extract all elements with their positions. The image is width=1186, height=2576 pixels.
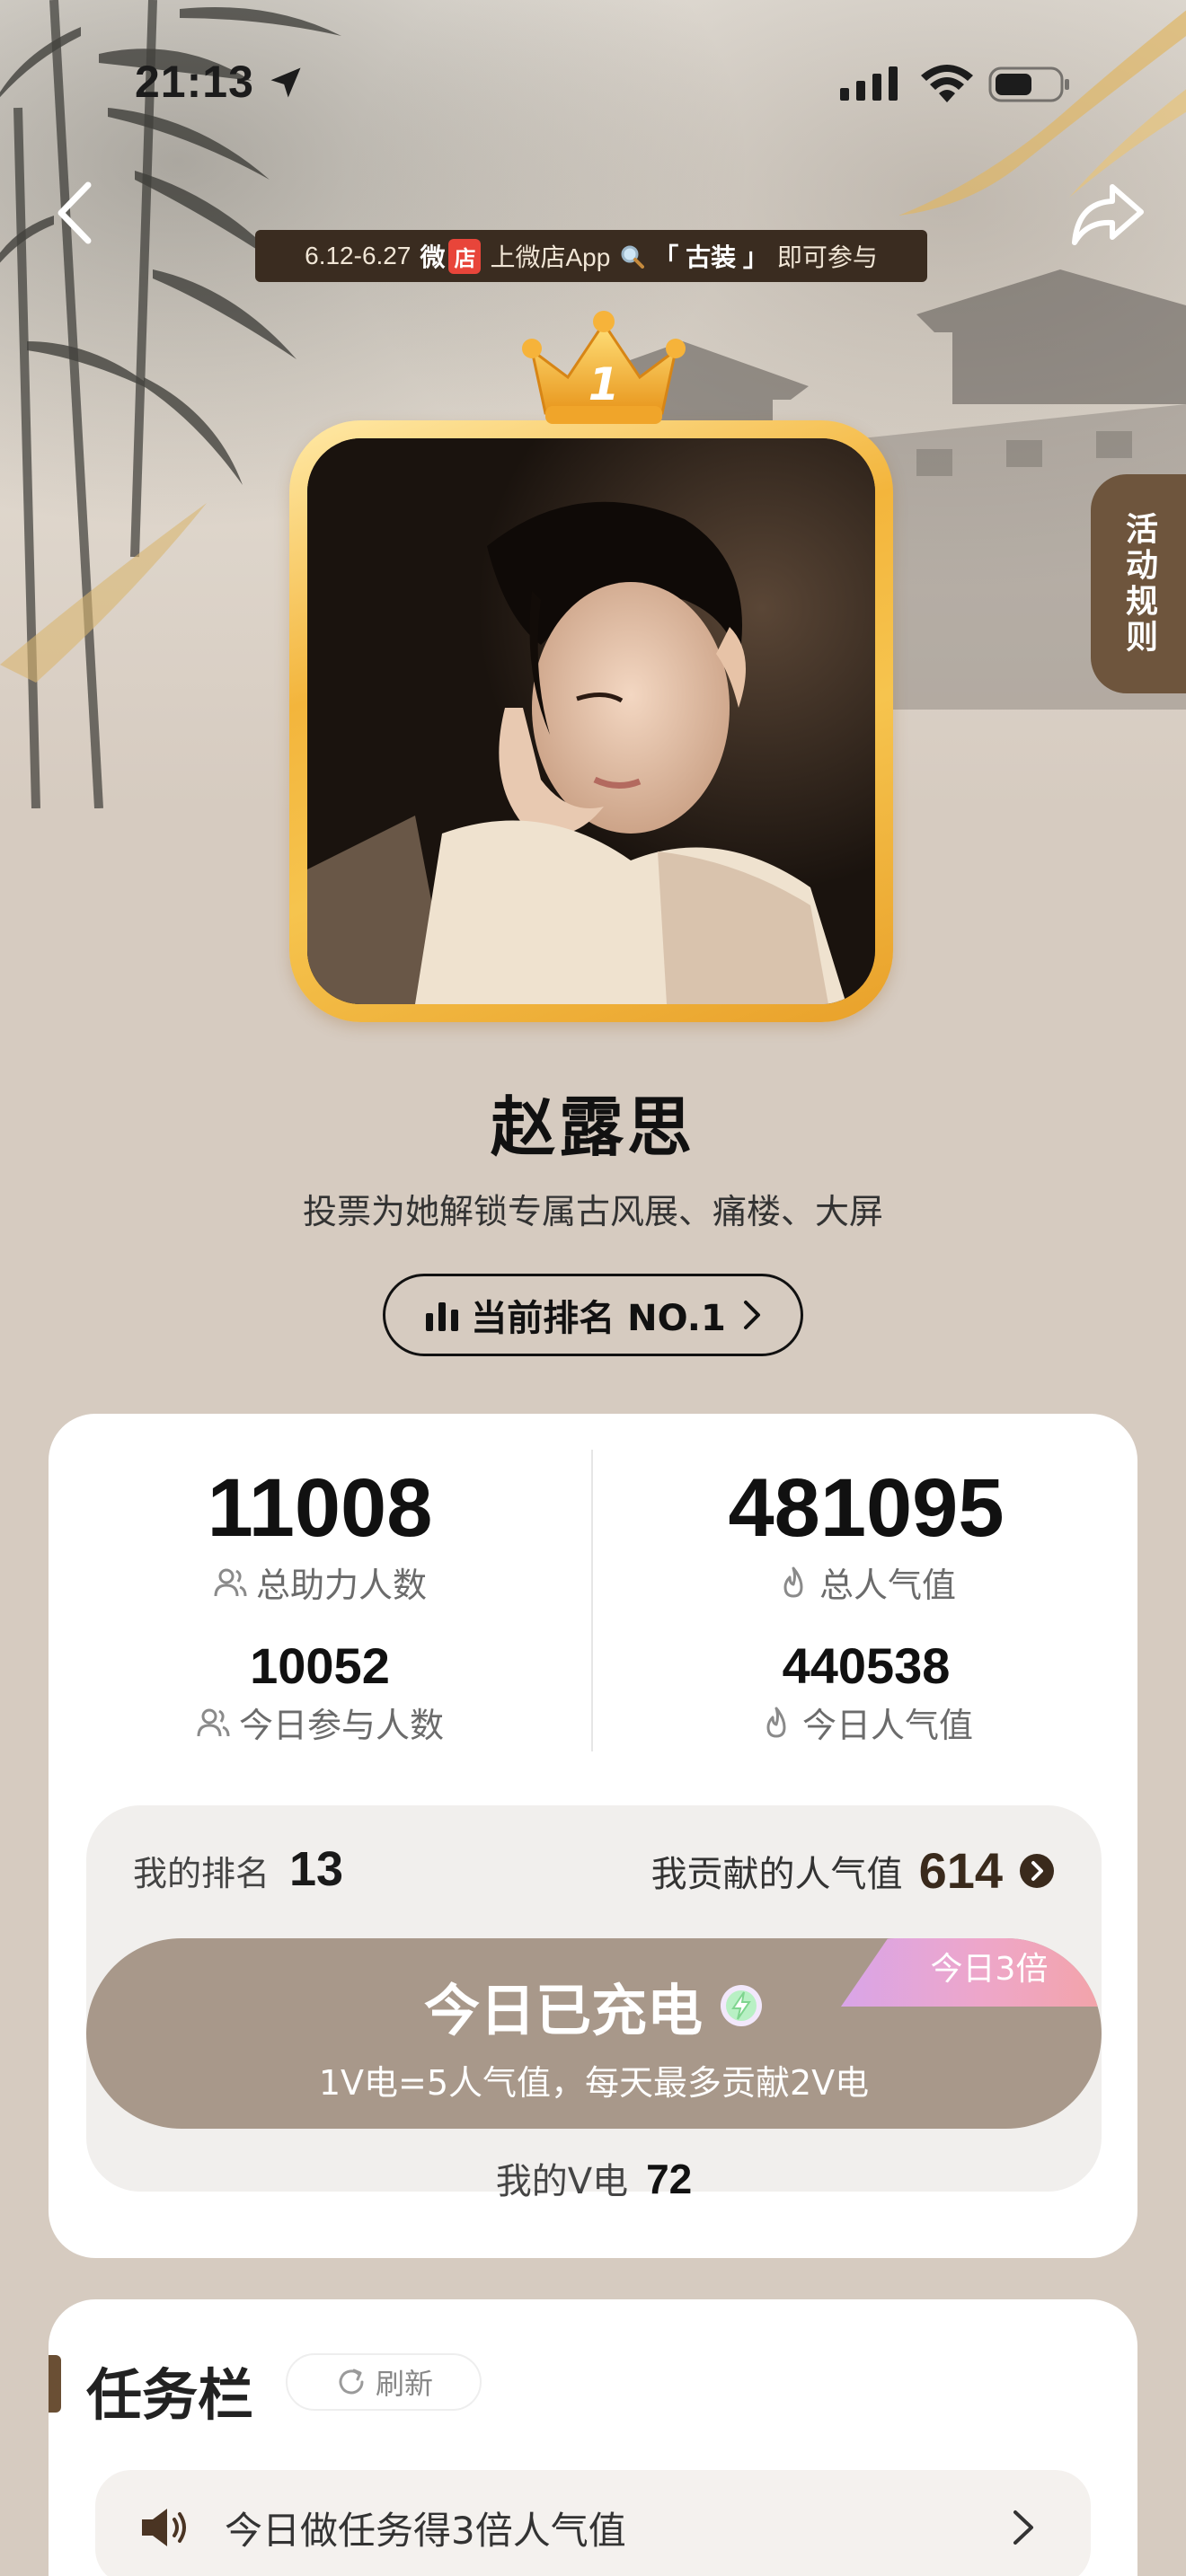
promo-text1: 上微店App bbox=[490, 243, 611, 271]
celebrity-name: 赵露思 bbox=[490, 1090, 695, 1165]
status-bar: 21:13 bbox=[0, 0, 1186, 171]
promo-keyword: 「 古装 」 bbox=[653, 243, 768, 271]
stats-card: 11008 总助力人数 481095 总人气值 10052 今日参与人数 440… bbox=[49, 1414, 1137, 2258]
refresh-label: 刷新 bbox=[375, 2367, 433, 2401]
stat-total-supporters: 11008 总助力人数 bbox=[59, 1459, 580, 1607]
stat-today-participants-value: 10052 bbox=[250, 1637, 390, 1694]
my-rank: 我的排名 13 bbox=[133, 1841, 343, 1897]
stat-today-participants: 10052 今日参与人数 bbox=[59, 1635, 580, 1747]
stat-today-participants-label: 今日参与人数 bbox=[238, 1706, 444, 1745]
promo-dates: 6.12-6.27 bbox=[305, 242, 412, 269]
my-v-value: 72 bbox=[646, 2156, 693, 2202]
current-rank-label: 当前排名 NO.1 bbox=[471, 1298, 726, 1339]
promo-banner[interactable]: 6.12-6.27 微 店 上微店App 「 古装 」 即可参与 bbox=[255, 230, 927, 282]
stat-total-supporters-label: 总助力人数 bbox=[255, 1566, 427, 1605]
charge-button[interactable]: 今日3倍 今日已充电 1V电=5人气值，每天最多贡献2V电 bbox=[86, 1938, 1102, 2129]
stat-total-popularity-label: 总人气值 bbox=[819, 1566, 956, 1605]
crown-rank-number: 1 bbox=[589, 358, 620, 410]
task-row[interactable]: 今日做任务得3倍人气值 bbox=[95, 2470, 1091, 2576]
signal-icon bbox=[840, 66, 898, 101]
my-contribution-label: 我贡献的人气值 bbox=[651, 1853, 903, 1895]
my-v-energy: 我的V电 72 bbox=[86, 2152, 1102, 2204]
stat-today-popularity-label: 今日人气值 bbox=[801, 1706, 973, 1745]
promo-brand-dian: 店 bbox=[448, 238, 482, 274]
stat-total-popularity-value: 481095 bbox=[728, 1462, 1005, 1554]
wifi-icon bbox=[921, 65, 973, 102]
my-contribution-link[interactable]: 我贡献的人气值 614 bbox=[651, 1841, 1055, 1900]
bar-chart-icon bbox=[426, 1302, 459, 1331]
users-icon bbox=[214, 1568, 247, 1596]
charge-title: 今日已充电 bbox=[423, 1978, 703, 2043]
my-contribution-value: 614 bbox=[918, 1842, 1003, 1899]
stat-total-supporters-value: 11008 bbox=[207, 1462, 433, 1554]
stat-today-popularity: 440538 今日人气值 bbox=[606, 1635, 1127, 1747]
current-rank-button[interactable]: 当前排名 NO.1 bbox=[383, 1274, 803, 1356]
flame-icon bbox=[783, 1566, 803, 1597]
users-icon bbox=[197, 1708, 230, 1736]
promo-text2: 即可参与 bbox=[776, 243, 878, 271]
my-rank-value: 13 bbox=[289, 1842, 344, 1896]
flame-icon bbox=[766, 1707, 786, 1737]
chevron-right-icon bbox=[1013, 2510, 1033, 2545]
avatar-photo bbox=[307, 438, 875, 1004]
task-title: 任务栏 bbox=[86, 2362, 254, 2428]
avatar-frame bbox=[289, 420, 893, 1022]
my-rank-label: 我的排名 bbox=[133, 1854, 270, 1893]
stats-divider bbox=[591, 1450, 593, 1751]
status-time: 21:13 bbox=[135, 57, 254, 107]
task-title-accent bbox=[49, 2355, 61, 2413]
crown-icon: 1 bbox=[522, 311, 686, 424]
stat-today-popularity-value: 440538 bbox=[782, 1637, 951, 1694]
chevron-right-icon bbox=[743, 1301, 760, 1329]
lightning-icon bbox=[721, 1985, 762, 2026]
back-icon[interactable] bbox=[52, 180, 97, 247]
task-card: 任务栏 刷新 今日做任务得3倍人气值 bbox=[49, 2299, 1137, 2576]
share-icon[interactable] bbox=[1069, 180, 1145, 248]
location-arrow-icon bbox=[270, 67, 301, 98]
celebrity-subtitle: 投票为她解锁专属古风展、痛楼、大屏 bbox=[302, 1192, 883, 1231]
my-v-label: 我的V电 bbox=[495, 2161, 629, 2202]
stat-total-popularity: 481095 总人气值 bbox=[606, 1459, 1127, 1607]
charge-description: 1V电=5人气值，每天最多贡献2V电 bbox=[318, 2063, 870, 2103]
activity-rules-tab[interactable]: 活动规则 bbox=[1091, 474, 1186, 693]
refresh-button[interactable]: 刷新 bbox=[286, 2353, 482, 2411]
speaker-icon bbox=[142, 2509, 186, 2546]
refresh-icon bbox=[339, 2369, 364, 2395]
promo-brand-wei: 微 bbox=[420, 243, 446, 271]
arrow-circle-icon bbox=[1020, 1853, 1054, 1888]
search-icon bbox=[621, 245, 645, 269]
portrait-illustration bbox=[307, 438, 875, 1004]
battery-icon bbox=[988, 66, 1069, 102]
task-row-text: 今日做任务得3倍人气值 bbox=[225, 2508, 626, 2553]
my-contribution-box: 我的排名 13 我贡献的人气值 614 今日3倍 今日已充电 1V电=5人气值，… bbox=[86, 1805, 1102, 2202]
